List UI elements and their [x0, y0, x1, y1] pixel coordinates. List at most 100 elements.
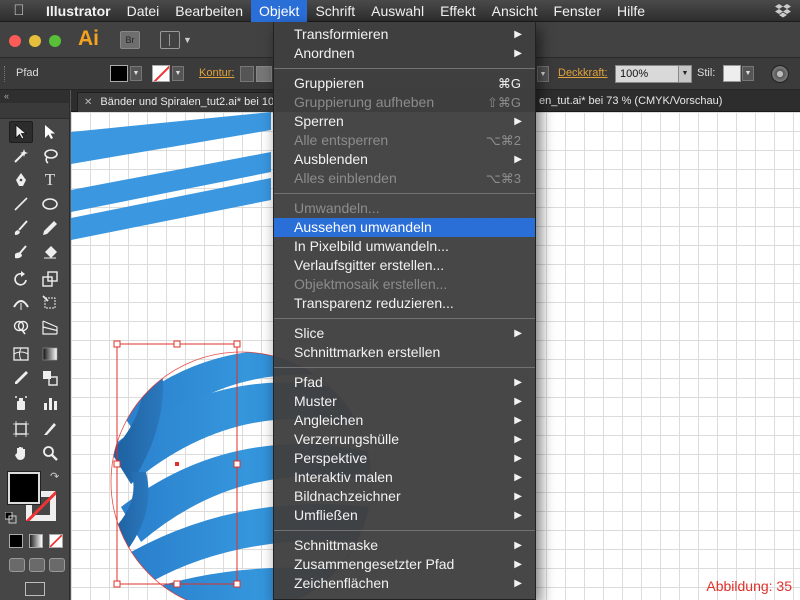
menu-objekt[interactable]: Objekt [250, 0, 308, 22]
menu-auswahl[interactable]: Auswahl [363, 0, 432, 22]
opacity-field[interactable]: 100% [615, 65, 679, 83]
window-zoom-button[interactable] [49, 35, 61, 47]
blob-brush-icon[interactable] [9, 241, 33, 263]
stroke-swatch[interactable] [152, 65, 170, 82]
menu-item-zeichenflaechen[interactable]: Zeichenflächen ▶ [274, 574, 535, 593]
menu-item-objektmosaik-erstellen[interactable]: Objektmosaik erstellen... [274, 275, 535, 294]
rotate-icon[interactable] [9, 268, 33, 290]
pen-icon[interactable] [9, 169, 33, 191]
eraser-icon[interactable] [38, 241, 62, 263]
menu-app-name[interactable]: Illustrator [38, 0, 119, 22]
eyedropper-icon[interactable] [9, 367, 33, 389]
menu-item-pfad[interactable]: Pfad ▶ [274, 373, 535, 392]
menu-datei[interactable]: Datei [119, 0, 168, 22]
gradient-mode-button[interactable] [29, 534, 43, 548]
graphic-style-swatch[interactable] [723, 65, 741, 82]
ellipse-icon[interactable] [38, 193, 62, 215]
menu-item-slice[interactable]: Slice ▶ [274, 324, 535, 343]
bridge-button[interactable]: Br [120, 31, 140, 49]
menu-item-ausblenden[interactable]: Ausblenden ▶ [274, 150, 535, 169]
artboard-icon[interactable] [9, 418, 33, 440]
menu-item-transformieren[interactable]: Transformieren ▶ [274, 25, 535, 44]
menu-item-perspektive[interactable]: Perspektive ▶ [274, 449, 535, 468]
menu-item-alle-entsperren[interactable]: Alle entsperren ⌥⌘2 [274, 131, 535, 150]
menu-item-gruppierung-aufheben[interactable]: Gruppierung aufheben ⇧⌘G [274, 93, 535, 112]
menu-bearbeiten[interactable]: Bearbeiten [167, 0, 251, 22]
stroke-weight-field[interactable] [256, 66, 272, 82]
graph-icon[interactable] [38, 392, 62, 414]
type-icon[interactable]: T [38, 169, 62, 191]
menu-item-umwandeln[interactable]: Umwandeln... [274, 199, 535, 218]
apple-icon[interactable]:  [0, 2, 38, 19]
chevron-down-icon[interactable]: ▼ [537, 66, 549, 82]
menu-item-sperren[interactable]: Sperren ▶ [274, 112, 535, 131]
menu-item-transparenz-reduzieren[interactable]: Transparenz reduzieren... [274, 294, 535, 313]
panel-header[interactable] [0, 103, 69, 119]
panel-collapse-icon[interactable]: « [0, 90, 69, 103]
document-tab-title-continued[interactable]: en_tut.ai* bei 73 % (CMYK/Vorschau) [539, 92, 722, 112]
menu-ansicht[interactable]: Ansicht [484, 0, 546, 22]
menu-hilfe[interactable]: Hilfe [609, 0, 653, 22]
zoom-icon[interactable] [38, 442, 62, 464]
opacity-label-link[interactable]: Deckkraft: [558, 67, 608, 79]
menu-item-angleichen[interactable]: Angleichen ▶ [274, 411, 535, 430]
menu-item-gruppieren[interactable]: Gruppieren ⌘G [274, 74, 535, 93]
menu-item-bildnachzeichner[interactable]: Bildnachzeichner ▶ [274, 487, 535, 506]
brush-icon[interactable] [9, 217, 33, 239]
chevron-down-icon[interactable]: ▼ [183, 35, 192, 45]
recolor-artwork-icon[interactable] [771, 65, 789, 83]
swap-fill-stroke-icon[interactable]: ↷ [50, 470, 59, 483]
magic-wand-icon[interactable] [9, 145, 33, 167]
menu-item-zusammengesetzter-pfad[interactable]: Zusammengesetzter Pfad ▶ [274, 555, 535, 574]
menu-item-aussehen-umwandeln[interactable]: Aussehen umwandeln [274, 218, 535, 237]
menu-fenster[interactable]: Fenster [546, 0, 609, 22]
color-mode-button[interactable] [9, 534, 23, 548]
menu-item-verzerrungshuelle[interactable]: Verzerrungshülle ▶ [274, 430, 535, 449]
fill-dropdown-icon[interactable]: ▼ [130, 66, 142, 81]
scale-icon[interactable] [38, 268, 62, 290]
menu-item-umfliessen[interactable]: Umfließen ▶ [274, 506, 535, 525]
free-transform-icon[interactable] [38, 292, 62, 314]
direct-selection-tool-icon[interactable] [38, 121, 62, 143]
menu-item-muster[interactable]: Muster ▶ [274, 392, 535, 411]
width-icon[interactable] [9, 292, 33, 314]
mesh-icon[interactable] [9, 343, 33, 365]
menu-item-schnittmaske[interactable]: Schnittmaske ▶ [274, 536, 535, 555]
none-mode-button[interactable] [49, 534, 63, 548]
stroke-weight-stepper[interactable] [240, 66, 254, 82]
selection-tool-icon[interactable] [9, 121, 33, 143]
screen-mode-icon[interactable] [25, 582, 45, 596]
opacity-dropdown-icon[interactable]: ▼ [678, 65, 692, 83]
arrange-documents-button[interactable] [160, 31, 180, 49]
slice-icon[interactable] [38, 418, 62, 440]
menu-item-verlaufsgitter-erstellen[interactable]: Verlaufsgitter erstellen... [274, 256, 535, 275]
perspective-grid-icon[interactable] [38, 316, 62, 338]
gradient-icon[interactable] [38, 343, 62, 365]
window-close-button[interactable] [9, 35, 21, 47]
lasso-icon[interactable] [38, 145, 62, 167]
pencil-icon[interactable] [38, 217, 62, 239]
fill-swatch[interactable] [110, 65, 128, 82]
window-minimize-button[interactable] [29, 35, 41, 47]
hand-icon[interactable] [9, 442, 33, 464]
menu-item-schnittmarken-erstellen[interactable]: Schnittmarken erstellen [274, 343, 535, 362]
stroke-label-link[interactable]: Kontur: [199, 67, 234, 79]
menu-item-alles-einblenden[interactable]: Alles einblenden ⌥⌘3 [274, 169, 535, 188]
fill-color-box[interactable] [8, 472, 40, 504]
shape-builder-icon[interactable] [9, 316, 33, 338]
line-icon[interactable] [9, 193, 33, 215]
menu-item-in-pixelbild-umwandeln[interactable]: In Pixelbild umwandeln... [274, 237, 535, 256]
menu-item-interaktiv-malen[interactable]: Interaktiv malen ▶ [274, 468, 535, 487]
menu-schrift[interactable]: Schrift [307, 0, 363, 22]
close-icon[interactable]: ✕ [84, 97, 92, 108]
style-dropdown-icon[interactable]: ▼ [742, 66, 754, 81]
document-tab[interactable]: ✕ Bänder und Spiralen_tut2.ai* bei 10 [77, 92, 277, 112]
draw-normal-icon[interactable] [9, 558, 25, 572]
stroke-dropdown-icon[interactable]: ▼ [172, 66, 184, 81]
default-colors-icon[interactable] [5, 512, 17, 524]
panel-grip[interactable] [4, 66, 7, 82]
dropbox-icon[interactable] [774, 3, 792, 19]
symbol-sprayer-icon[interactable] [9, 392, 33, 414]
draw-behind-icon[interactable] [29, 558, 45, 572]
draw-inside-icon[interactable] [49, 558, 65, 572]
